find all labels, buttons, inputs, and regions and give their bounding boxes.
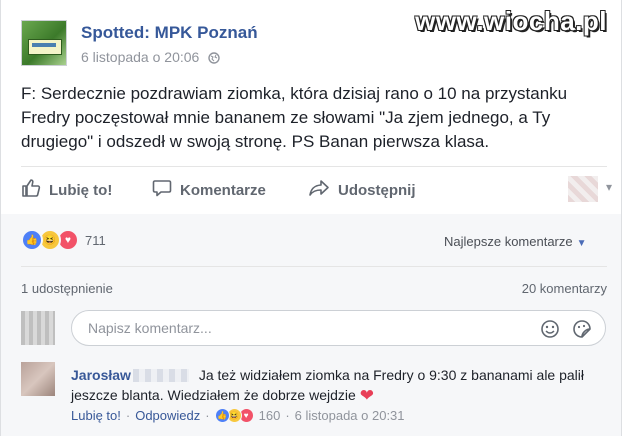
divider <box>21 266 607 267</box>
sticker-icon[interactable] <box>572 319 592 344</box>
like-icon <box>21 178 49 202</box>
divider <box>21 166 607 167</box>
reactions-summary[interactable]: 👍 😆 ♥ 711 <box>21 228 106 252</box>
like-reaction-icon: 👍 <box>214 408 230 423</box>
comment-time[interactable]: 6 listopada o 20:31 <box>295 408 405 423</box>
comments-count-link[interactable]: 20 komentarzy <box>522 281 607 296</box>
post-meta: 6 listopada o 20:06 <box>81 49 220 67</box>
page-name-link[interactable]: Spotted: MPK Poznań <box>81 23 258 43</box>
share-label: Udostępnij <box>338 181 416 199</box>
like-reaction-icon: 👍 <box>21 229 43 251</box>
separator: · <box>205 408 210 423</box>
emoji-icon[interactable] <box>540 319 560 344</box>
comment-author[interactable]: Jarosław <box>71 367 131 383</box>
blurred-surname <box>132 369 189 382</box>
page-avatar[interactable] <box>21 20 67 66</box>
post-as-avatar[interactable] <box>568 176 612 202</box>
share-button[interactable]: Udostępnij <box>308 177 416 203</box>
separator: · <box>285 408 290 423</box>
post-text: F: Serdecznie pozdrawiam ziomka, która d… <box>21 84 568 151</box>
globe-icon <box>208 51 220 67</box>
comment-icon <box>152 178 180 202</box>
comment-body: Jarosław Ja też widziałem ziomka na Fred… <box>71 365 601 406</box>
share-icon <box>308 178 338 202</box>
comment-compose[interactable] <box>71 310 606 346</box>
shares-count-link[interactable]: 1 udostępnienie <box>21 281 113 296</box>
chevron-down-icon: ▼ <box>576 238 587 249</box>
comment-reaction-count[interactable]: 160 <box>259 408 281 423</box>
comment-like-link[interactable]: Lubię to! <box>71 408 121 423</box>
post-card: Spotted: MPK Poznań 6 listopada o 20:06 … <box>0 0 622 436</box>
comment-button[interactable]: Komentarze <box>152 177 266 203</box>
commenter-avatar[interactable] <box>21 362 55 396</box>
post-date[interactable]: 6 listopada o 20:06 <box>81 49 199 65</box>
comment-actions: Lubię to! · Odpowiedz · 👍 😆 ♥ 160 · 6 li… <box>71 408 405 423</box>
separator: · <box>125 408 131 423</box>
heart-icon: ❤ <box>359 386 374 405</box>
watermark: www.wiocha.pl <box>415 6 607 36</box>
comment-input[interactable] <box>86 319 510 337</box>
comment-reply-link[interactable]: Odpowiedz <box>135 408 200 423</box>
comment-sort-dropdown[interactable]: Najlepsze komentarze ▼ <box>444 234 587 249</box>
like-label: Lubię to! <box>49 181 113 199</box>
comment-label: Komentarze <box>180 181 266 199</box>
like-button[interactable]: Lubię to! <box>21 177 112 203</box>
sort-label: Najlepsze komentarze <box>444 234 573 249</box>
reaction-count: 711 <box>85 232 106 248</box>
avatar <box>21 311 55 345</box>
